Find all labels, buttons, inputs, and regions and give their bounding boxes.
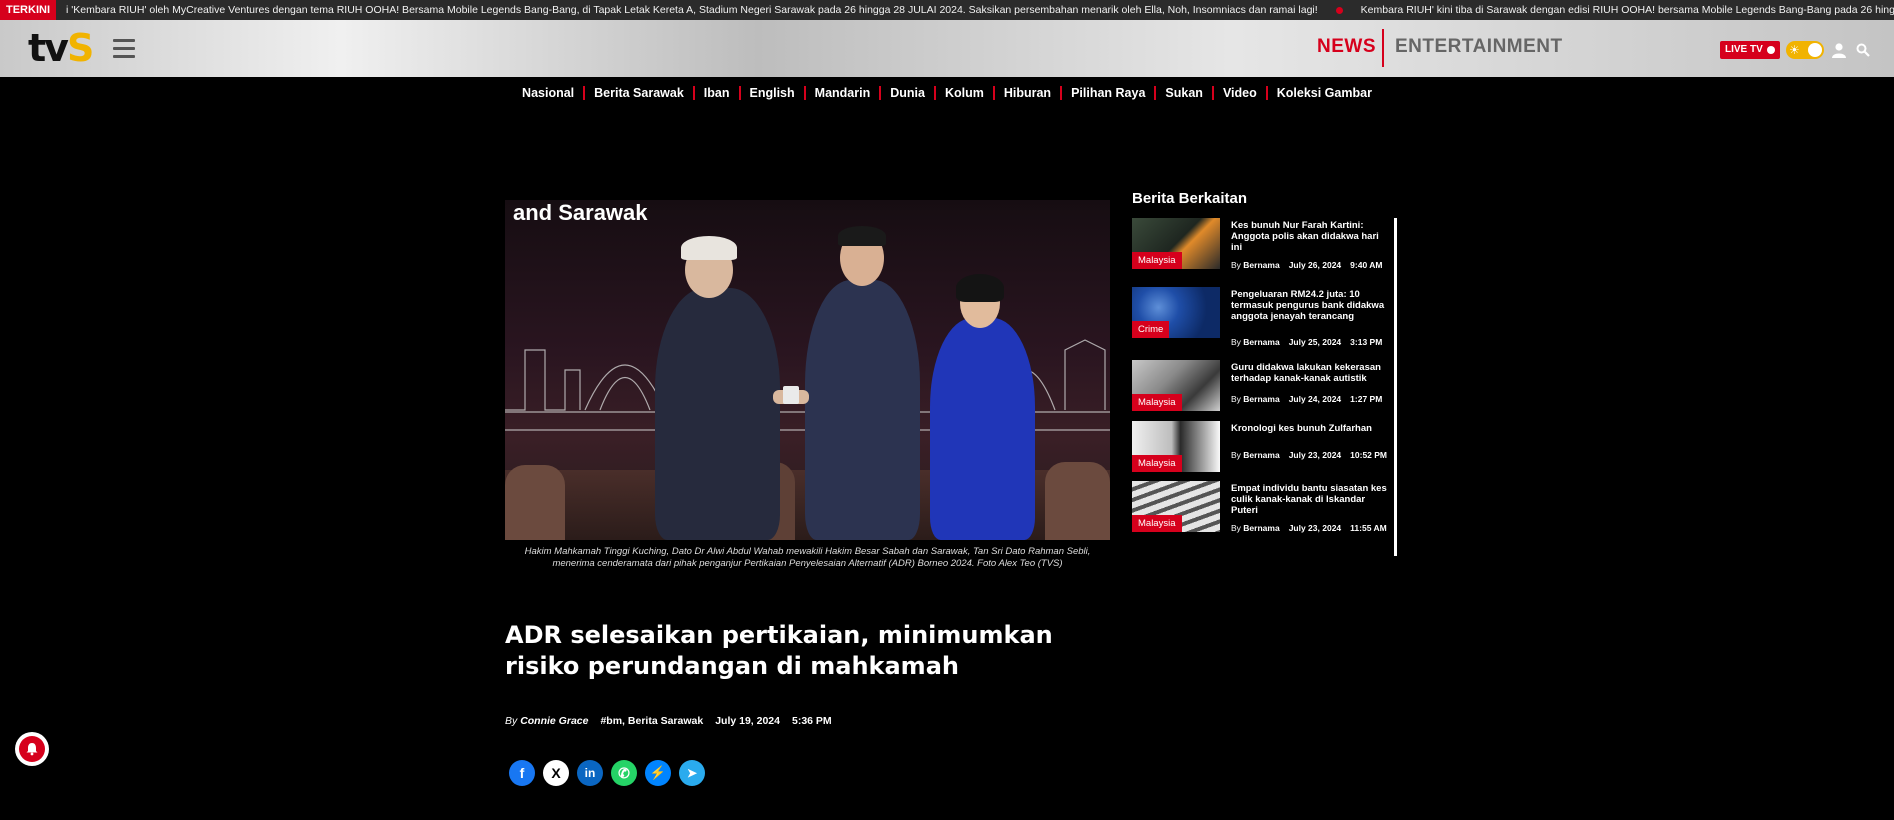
category-nav: Nasional Berita Sarawak Iban English Man… <box>0 77 1894 109</box>
whatsapp-icon: ✆ <box>618 764 630 781</box>
news-meta: By Bernama July 24, 2024 1:27 PM <box>1231 394 1383 404</box>
ticker-separator <box>1335 6 1343 14</box>
news-title-link[interactable]: Kes bunuh Nur Farah Kartini: Anggota pol… <box>1231 220 1391 253</box>
site-header: tvS NEWS ENTERTAINMENT LIVE TV ☀ <box>0 20 1894 77</box>
menu-icon[interactable] <box>113 39 135 58</box>
author-link[interactable]: Connie Grace <box>520 715 588 727</box>
news-title-link[interactable]: Empat individu bantu siasatan kes culik … <box>1231 483 1391 516</box>
nav-item-hiburan[interactable]: Hiburan <box>995 86 1063 100</box>
nav-item-video[interactable]: Video <box>1214 86 1268 100</box>
share-bar: f X in ✆ ⚡ ➤ <box>509 760 705 786</box>
list-item[interactable]: Crime Pengeluaran RM24.2 juta: 10 termas… <box>1132 287 1390 347</box>
nav-item-iban[interactable]: Iban <box>695 86 741 100</box>
category-badge[interactable]: Malaysia <box>1132 394 1182 411</box>
linkedin-share-button[interactable]: in <box>577 760 603 786</box>
tvs-logo[interactable]: tvS <box>28 28 94 68</box>
category-badge[interactable]: Crime <box>1132 321 1170 338</box>
article-time: 5:36 PM <box>792 715 832 727</box>
record-icon <box>1766 46 1775 54</box>
news-title-link[interactable]: Guru didakwa lakukan kekerasan terhadap … <box>1231 362 1391 384</box>
article-date: July 19, 2024 <box>715 715 780 727</box>
nav-item-mandarin[interactable]: Mandarin <box>806 86 882 100</box>
messenger-share-button[interactable]: ⚡ <box>645 760 671 786</box>
linkedin-icon: in <box>584 766 596 780</box>
notification-bell-button[interactable] <box>15 732 49 766</box>
nav-item-sukan[interactable]: Sukan <box>1156 86 1214 100</box>
search-icon[interactable] <box>1856 43 1870 57</box>
article-meta: By Connie Grace #bm, Berita Sarawak July… <box>505 715 832 727</box>
theme-toggle[interactable]: ☀ <box>1786 41 1824 59</box>
news-thumbnail[interactable]: Malaysia <box>1132 481 1220 532</box>
bell-icon <box>26 743 38 756</box>
x-share-button[interactable]: X <box>543 760 569 786</box>
person-right-hair <box>956 274 1004 302</box>
facebook-icon: f <box>519 765 525 781</box>
ticker-item[interactable]: Kembara RIUH' kini tiba di Sarawak denga… <box>1361 4 1894 16</box>
x-icon: X <box>551 765 561 781</box>
news-thumbnail[interactable]: Malaysia <box>1132 421 1220 472</box>
facebook-share-button[interactable]: f <box>509 760 535 786</box>
news-meta: By Bernama July 25, 2024 3:13 PM <box>1231 337 1383 347</box>
related-news-list: Malaysia Kes bunuh Nur Farah Kartini: An… <box>1132 218 1397 556</box>
nav-item-berita-sarawak[interactable]: Berita Sarawak <box>585 86 695 100</box>
chair <box>505 465 565 540</box>
nav-item-nasional[interactable]: Nasional <box>513 86 586 100</box>
category-badge[interactable]: Malaysia <box>1132 455 1182 472</box>
messenger-icon: ⚡ <box>649 765 667 780</box>
person-right <box>930 318 1035 540</box>
list-item[interactable]: Malaysia Guru didakwa lakukan kekerasan … <box>1132 360 1390 420</box>
related-news-heading: Berita Berkaitan <box>1132 190 1248 207</box>
news-thumbnail[interactable]: Crime <box>1132 287 1220 338</box>
nav-item-kolum[interactable]: Kolum <box>936 86 995 100</box>
ticker-track: i 'Kembara RIUH' oleh MyCreative Venture… <box>56 4 1894 16</box>
person-left <box>655 288 780 540</box>
list-item[interactable]: Malaysia Kronologi kes bunuh Zulfarhan B… <box>1132 421 1390 481</box>
image-caption: Hakim Mahkamah Tinggi Kuching, Dato Dr A… <box>524 546 1091 569</box>
nav-item-pilihan-raya[interactable]: Pilihan Raya <box>1062 86 1157 100</box>
nav-item-dunia[interactable]: Dunia <box>881 86 936 100</box>
news-meta: By Bernama July 23, 2024 10:52 PM <box>1231 450 1388 460</box>
breaking-news-ticker: TERKINI i 'Kembara RIUH' oleh MyCreative… <box>0 0 1894 20</box>
telegram-icon: ➤ <box>686 766 698 780</box>
news-meta: By Bernama July 26, 2024 9:40 AM <box>1231 260 1383 270</box>
live-tv-button[interactable]: LIVE TV <box>1720 41 1780 59</box>
article-title: ADR selesaikan pertikaian, minimumkan ri… <box>505 621 1053 680</box>
ticker-label: TERKINI <box>0 0 56 20</box>
entertainment-link[interactable]: ENTERTAINMENT <box>1395 36 1563 58</box>
news-meta: By Bernama July 23, 2024 11:55 AM <box>1231 523 1387 533</box>
whatsapp-share-button[interactable]: ✆ <box>611 760 637 786</box>
category-badge[interactable]: Malaysia <box>1132 252 1182 269</box>
article-hero-image: and Sarawak <box>505 200 1110 540</box>
chair <box>1045 462 1110 540</box>
byline-prefix: By <box>505 715 518 727</box>
nav-item-koleksi-gambar[interactable]: Koleksi Gambar <box>1268 86 1381 100</box>
gift-box <box>783 386 799 404</box>
live-tv-label: LIVE TV <box>1725 44 1763 55</box>
category-badge[interactable]: Malaysia <box>1132 515 1182 532</box>
news-thumbnail[interactable]: Malaysia <box>1132 360 1220 411</box>
news-thumbnail[interactable]: Malaysia <box>1132 218 1220 269</box>
news-title-link[interactable]: Pengeluaran RM24.2 juta: 10 termasuk pen… <box>1231 289 1391 322</box>
user-icon[interactable] <box>1831 42 1847 58</box>
article-tags[interactable]: #bm, Berita Sarawak <box>600 715 703 727</box>
person-left-hair <box>681 236 737 260</box>
person-center <box>805 280 920 540</box>
list-item[interactable]: Malaysia Kes bunuh Nur Farah Kartini: An… <box>1132 218 1390 278</box>
backdrop-sign-text: and Sarawak <box>513 200 648 225</box>
news-link[interactable]: NEWS <box>1317 36 1376 58</box>
telegram-share-button[interactable]: ➤ <box>679 760 705 786</box>
ticker-item[interactable]: i 'Kembara RIUH' oleh MyCreative Venture… <box>66 4 1318 16</box>
nav-item-english[interactable]: English <box>741 86 806 100</box>
header-divider <box>1382 29 1384 67</box>
toggle-knob <box>1808 43 1822 57</box>
list-item[interactable]: Malaysia Empat individu bantu siasatan k… <box>1132 481 1390 541</box>
news-title-link[interactable]: Kronologi kes bunuh Zulfarhan <box>1231 423 1391 434</box>
person-center-hair <box>838 226 886 246</box>
sun-icon: ☀ <box>1789 43 1800 57</box>
